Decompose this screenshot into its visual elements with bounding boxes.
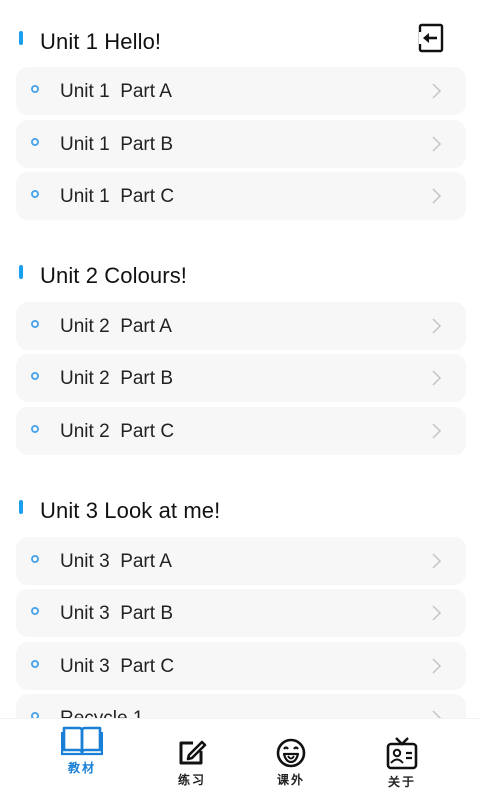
unit-section: Unit 1 Hello! bbox=[0, 28, 480, 64]
bullet-dot-icon bbox=[31, 425, 39, 433]
bullet-dot-icon bbox=[31, 555, 39, 563]
chevron-right-icon bbox=[432, 83, 442, 99]
lesson-item[interactable]: Unit 3 Part C bbox=[16, 642, 466, 690]
lesson-item[interactable]: Recycle 1 bbox=[16, 694, 466, 718]
lesson-label: Unit 3 Part C bbox=[60, 656, 175, 677]
edit-icon bbox=[179, 740, 207, 765]
tab-label: 课外 bbox=[276, 773, 305, 787]
chevron-right-icon bbox=[432, 553, 442, 569]
lesson-label: Unit 2 Part A bbox=[60, 316, 172, 337]
unit-section: Unit 3 Look at me! bbox=[0, 497, 480, 533]
chevron-right-icon bbox=[432, 188, 442, 204]
chevron-right-icon bbox=[432, 370, 442, 386]
lesson-label: Unit 3 Part B bbox=[60, 603, 173, 624]
section-title: Unit 3 Look at me! bbox=[40, 498, 221, 523]
tab-label: 练习 bbox=[177, 773, 206, 787]
lesson-item[interactable]: Unit 2 Part C bbox=[16, 407, 466, 455]
chevron-right-icon bbox=[432, 658, 442, 674]
unit-section: Unit 2 Colours! bbox=[0, 262, 480, 298]
lesson-item[interactable]: Unit 3 Part A bbox=[16, 537, 466, 585]
id-card-icon bbox=[386, 737, 418, 770]
bullet-dot-icon bbox=[31, 320, 39, 328]
smile-icon bbox=[276, 738, 306, 768]
section-header: Unit 2 Colours! bbox=[0, 262, 480, 298]
tab-extracurricular[interactable]: 课外 bbox=[246, 719, 336, 800]
lesson-label: Recycle 1 bbox=[60, 708, 143, 718]
section-title: Unit 1 Hello! bbox=[40, 29, 162, 54]
chevron-right-icon bbox=[432, 423, 442, 439]
chevron-right-icon bbox=[432, 318, 442, 334]
lesson-label: Unit 1 Part B bbox=[60, 134, 173, 155]
tab-practice[interactable]: 练习 bbox=[147, 719, 237, 800]
tab-label: 关于 bbox=[387, 775, 416, 789]
bullet-dot-icon bbox=[31, 607, 39, 615]
section-header: Unit 3 Look at me! bbox=[0, 497, 480, 533]
section-accent-bar bbox=[19, 265, 23, 279]
unit-list[interactable]: Unit 1 Hello! Unit 1 Part A Unit 1 Part … bbox=[0, 0, 480, 718]
chevron-right-icon bbox=[432, 136, 442, 152]
lesson-item[interactable]: Unit 2 Part A bbox=[16, 302, 466, 350]
book-icon bbox=[61, 726, 103, 756]
bullet-dot-icon bbox=[31, 190, 39, 198]
lesson-item[interactable]: Unit 1 Part B bbox=[16, 120, 466, 168]
chevron-right-icon bbox=[432, 605, 442, 621]
bullet-dot-icon bbox=[31, 660, 39, 668]
section-accent-bar bbox=[19, 500, 23, 514]
lesson-item[interactable]: Unit 1 Part A bbox=[16, 67, 466, 115]
bullet-dot-icon bbox=[31, 85, 39, 93]
lesson-label: Unit 2 Part C bbox=[60, 421, 175, 442]
bullet-dot-icon bbox=[31, 372, 39, 380]
lesson-label: Unit 2 Part B bbox=[60, 368, 173, 389]
section-header: Unit 1 Hello! bbox=[0, 28, 480, 64]
bottom-tab-bar: 教材 练习 课外 关于 bbox=[0, 718, 480, 800]
lesson-label: Unit 3 Part A bbox=[60, 551, 172, 572]
lesson-label: Unit 1 Part C bbox=[60, 186, 175, 207]
tab-label: 教材 bbox=[67, 761, 96, 775]
tab-textbook[interactable]: 教材 bbox=[37, 719, 127, 800]
bullet-dot-icon bbox=[31, 138, 39, 146]
tab-about[interactable]: 关于 bbox=[357, 719, 447, 800]
lesson-item[interactable]: Unit 3 Part B bbox=[16, 589, 466, 637]
section-title: Unit 2 Colours! bbox=[40, 263, 188, 288]
lesson-item[interactable]: Unit 1 Part C bbox=[16, 172, 466, 220]
lesson-item[interactable]: Unit 2 Part B bbox=[16, 354, 466, 402]
section-accent-bar bbox=[19, 31, 23, 45]
lesson-label: Unit 1 Part A bbox=[60, 81, 172, 102]
chevron-right-icon bbox=[432, 710, 442, 718]
